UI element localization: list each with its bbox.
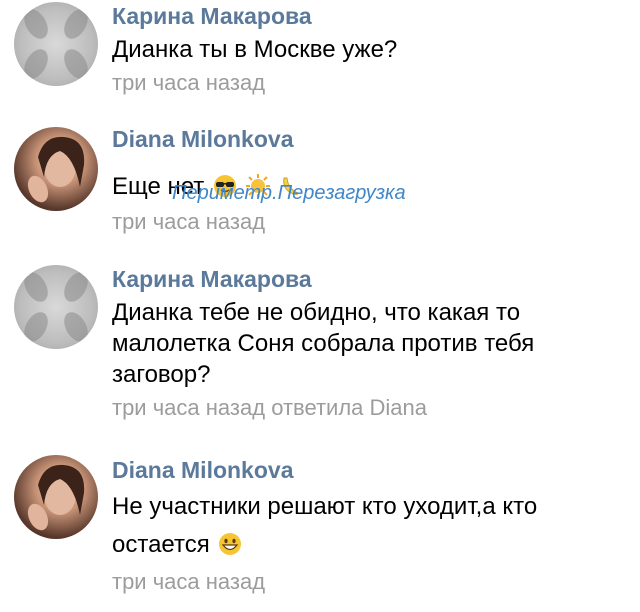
- watermark: Периметр.Перезагрузка: [172, 182, 406, 204]
- comment-text: Не участники решают кто уходит,а кто ост…: [112, 493, 538, 558]
- comment-text-row: Не участники решают кто уходит,а кто ост…: [112, 488, 627, 564]
- comment-text: Дианка ты в Москве уже?: [112, 36, 398, 63]
- avatar-pattern-icon: [24, 272, 88, 342]
- avatar-pattern-icon: [24, 9, 88, 79]
- avatar[interactable]: [14, 127, 98, 211]
- avatar[interactable]: [14, 265, 98, 349]
- comments-feed: Карина Макарова Дианка ты в Москве уже? …: [0, 0, 640, 612]
- comment-meta: три часа назад ответила Diana: [112, 394, 632, 422]
- comment-author[interactable]: Карина Макарова: [112, 2, 632, 30]
- reply-note[interactable]: ответила Diana: [271, 395, 427, 420]
- comment-author[interactable]: Карина Макарова: [112, 265, 632, 293]
- comment-time[interactable]: три часа назад: [112, 395, 265, 420]
- comment-meta: три часа назад: [112, 568, 632, 596]
- comment-author[interactable]: Diana Milonkova: [112, 125, 632, 153]
- avatar-portrait-icon: [27, 464, 85, 531]
- comment-time[interactable]: три часа назад: [112, 569, 265, 594]
- avatar-portrait-icon: [27, 136, 85, 203]
- avatar[interactable]: [14, 455, 98, 539]
- comment-text: Дианка тебе не обидно, что какая то мало…: [112, 299, 535, 388]
- grinning-face-icon: [219, 533, 242, 555]
- avatar[interactable]: [14, 2, 98, 86]
- comment-meta: три часа назад: [112, 208, 632, 236]
- comment-meta: три часа назад: [112, 69, 632, 97]
- comment-author[interactable]: Diana Milonkova: [112, 456, 632, 484]
- comment-time[interactable]: три часа назад: [112, 209, 265, 234]
- comment-time[interactable]: три часа назад: [112, 70, 265, 95]
